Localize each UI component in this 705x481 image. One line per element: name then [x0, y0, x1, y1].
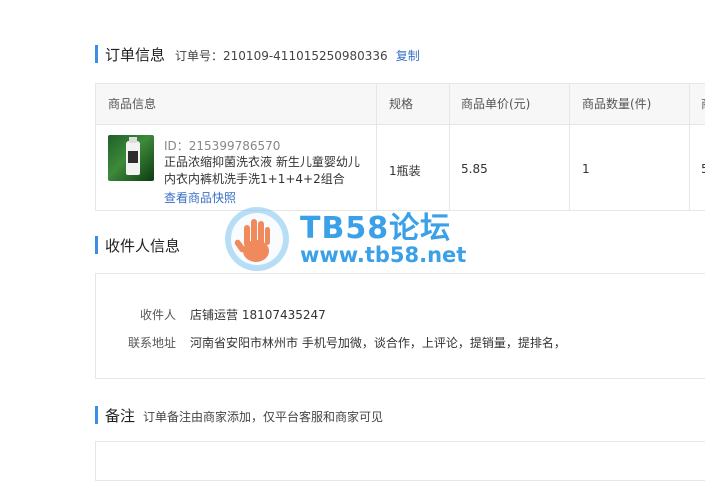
receiver-info-box: 收件人 店铺运营 18107435247 联系地址 河南省安阳市林州市 手机号加…	[95, 273, 705, 379]
column-divider	[569, 84, 570, 210]
table-header: 商品信息 规格 商品单价(元) 商品数量(件) 商	[96, 84, 705, 125]
watermark-url: www.tb58.net	[300, 243, 467, 267]
product-table: 商品信息 规格 商品单价(元) 商品数量(件) 商 ID：21539978657…	[95, 83, 705, 211]
order-number: 210109-411015250980336	[223, 49, 388, 63]
product-thumbnail[interactable]	[108, 135, 154, 181]
receiver-address-value: 河南省安阳市林州市 手机号加微，谈合作，上评论，提销量，提排名，	[190, 336, 566, 350]
bottle-label-graphic	[128, 151, 138, 163]
product-id: ID：215399786570	[164, 139, 281, 153]
bottle-cap-graphic	[129, 137, 137, 143]
watermark: TB58论坛 www.tb58.net	[222, 203, 492, 275]
receiver-info-header: 收件人信息	[95, 235, 180, 256]
receiver-info-title: 收件人信息	[105, 237, 181, 255]
copy-order-number-link[interactable]: 复制	[396, 47, 420, 64]
hand-logo-icon	[225, 207, 289, 271]
order-number-label: 订单号：	[175, 49, 224, 63]
remark-box	[95, 441, 705, 481]
header-unit-price: 商品单价(元)	[461, 97, 531, 111]
product-unit-price: 5.85	[461, 162, 488, 176]
remark-title: 备注	[105, 407, 136, 425]
column-divider	[449, 84, 450, 210]
header-product-info: 商品信息	[108, 97, 157, 111]
header-quantity: 商品数量(件)	[582, 97, 652, 111]
product-spec: 1瓶装	[389, 164, 421, 178]
order-info-title: 订单信息	[105, 46, 166, 64]
column-divider	[689, 84, 690, 210]
order-info-header: 订单信息 订单号： 210109-411015250980336 复制	[95, 44, 420, 65]
receiver-address-label: 联系地址	[127, 336, 176, 350]
product-name: 正品浓缩抑菌洗衣液 新生儿童婴幼儿内衣内裤机洗手洗1+1+4+2组合	[164, 155, 360, 186]
column-divider	[376, 84, 377, 210]
header-extra: 商	[701, 84, 705, 124]
remark-header: 备注 订单备注由商家添加，仅平台客服和商家可见	[95, 405, 383, 426]
receiver-name-label: 收件人	[139, 308, 176, 322]
receiver-name-value: 店铺运营 18107435247	[190, 308, 326, 322]
remark-note: 订单备注由商家添加，仅平台客服和商家可见	[143, 410, 384, 424]
header-spec: 规格	[389, 97, 414, 111]
product-quantity: 1	[582, 162, 590, 176]
watermark-title: TB58论坛	[300, 211, 452, 246]
product-extra-value: 5	[701, 162, 705, 176]
